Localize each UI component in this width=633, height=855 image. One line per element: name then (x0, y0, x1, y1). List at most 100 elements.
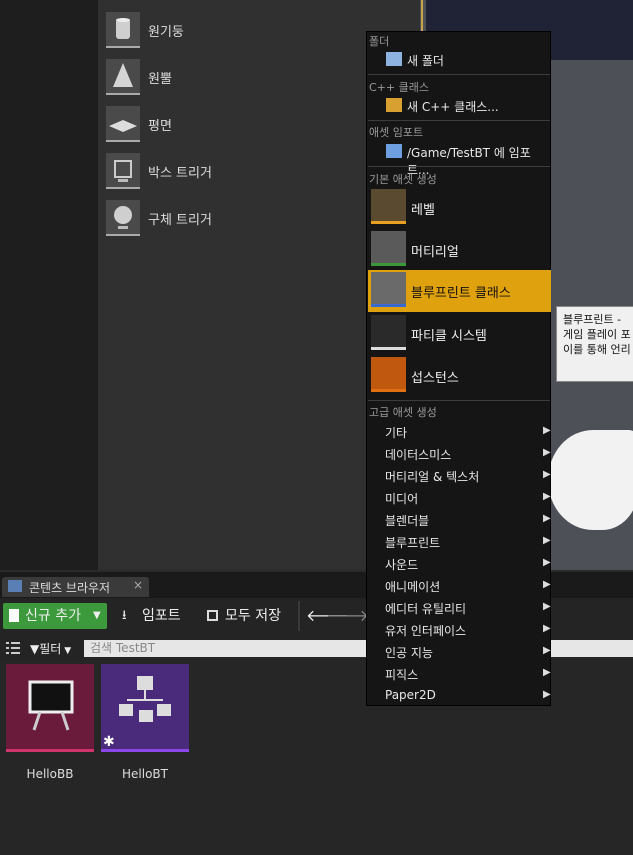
menu-section-header: 폴더 (369, 35, 390, 48)
chevron-right-icon: ▶ (543, 623, 551, 634)
menu-section-header: 기본 애셋 생성 (369, 173, 437, 186)
menu-item-label: 블루프린트 클래스 (411, 286, 511, 301)
submenu-artificial-intelligence[interactable]: 인공 지능 ▶ (368, 641, 551, 661)
new-file-icon (9, 609, 19, 622)
particle-icon (371, 315, 406, 350)
svg-text:✱: ✱ (103, 734, 115, 748)
submenu-materials-textures[interactable]: 머티리얼 & 텍스처 ▶ (368, 465, 551, 485)
menu-item-label: 새 C++ 클래스... (407, 100, 499, 114)
filter-label: 필터 (39, 642, 62, 656)
plane-icon (106, 106, 140, 142)
tooltip-line: 게임 플레이 포 (563, 328, 631, 341)
asset-label: HelloBB (26, 767, 74, 781)
submenu-sounds[interactable]: 사운드 ▶ (368, 553, 551, 573)
place-item-label: 원기둥 (148, 25, 184, 40)
menu-item-substance[interactable]: 섭스턴스 (368, 355, 551, 395)
add-new-label: 신규 추가 (25, 608, 81, 624)
menu-item-label: 새 폴더 (407, 54, 444, 68)
submenu-label: 사운드 (385, 558, 419, 572)
menu-divider (368, 74, 550, 75)
add-new-button[interactable]: 신규 추가 ▼ (3, 603, 107, 629)
menu-section-header: 고급 애셋 생성 (369, 406, 437, 419)
submenu-animation[interactable]: 애니메이션 ▶ (368, 575, 551, 595)
menu-section-header: 애셋 임포트 (369, 126, 424, 139)
asset-hellobb[interactable] (6, 664, 94, 752)
menu-item-blueprint-class[interactable]: 블루프린트 클래스 (368, 270, 551, 312)
submenu-media[interactable]: 미디어 ▶ (368, 487, 551, 507)
submenu-datasmith[interactable]: 데이터스미스 ▶ (368, 443, 551, 463)
menu-item-import[interactable]: /Game/TestBT 에 임포트... (368, 141, 550, 177)
chevron-right-icon: ▶ (543, 447, 551, 458)
menu-item-new-folder[interactable]: 새 폴더 (368, 49, 550, 69)
import-icon (386, 144, 402, 158)
tooltip-line: 이를 통해 언리 (563, 343, 631, 356)
chevron-right-icon: ▶ (543, 689, 551, 700)
toolbar-divider (298, 601, 300, 631)
save-all-button[interactable]: 모두 저장 (205, 603, 293, 629)
filter-button[interactable]: ▼필터 ▼ (30, 640, 71, 658)
new-folder-icon (386, 52, 402, 66)
submenu-misc[interactable]: 기타 ▶ (368, 421, 551, 441)
chevron-right-icon: ▶ (543, 645, 551, 656)
tab-label: 콘텐츠 브라우저 (29, 581, 111, 595)
chevron-right-icon: ▶ (543, 491, 551, 502)
chevron-right-icon: ▶ (543, 513, 551, 524)
box-trigger-icon (106, 153, 140, 189)
import-button[interactable]: ⭳ 임포트 (120, 603, 190, 629)
place-item-label: 평면 (148, 119, 172, 134)
cone-icon (106, 59, 140, 95)
menu-divider (368, 166, 550, 167)
close-icon[interactable]: × (133, 578, 143, 592)
asset-hellobt[interactable]: ✱ (101, 664, 189, 752)
submenu-label: 애니메이션 (385, 580, 441, 594)
material-icon (371, 231, 406, 266)
place-item-label: 원뿔 (148, 72, 172, 87)
place-item-label: 박스 트리거 (148, 166, 212, 181)
save-all-label: 모두 저장 (225, 608, 281, 624)
menu-item-material[interactable]: 머티리얼 (368, 229, 551, 269)
chevron-right-icon: ▶ (543, 601, 551, 612)
menu-divider (368, 400, 550, 401)
submenu-blueprints[interactable]: 블루프린트 ▶ (368, 531, 551, 551)
viewport-mesh (548, 430, 633, 530)
chevron-right-icon: ▶ (543, 469, 551, 480)
behavior-tree-icon: ✱ (103, 676, 171, 750)
place-item-label: 구체 트리거 (148, 213, 212, 228)
back-arrow-icon[interactable]: 🡐 (306, 603, 349, 629)
submenu-paper2d[interactable]: Paper2D ▶ (368, 685, 551, 705)
submenu-label: 블루프린트 (385, 536, 441, 550)
menu-item-new-cpp-class[interactable]: 새 C++ 클래스... (368, 95, 550, 115)
chevron-right-icon: ▶ (543, 535, 551, 546)
submenu-label: 인공 지능 (385, 646, 433, 660)
tab-content-browser[interactable]: 콘텐츠 브라우저 × (2, 577, 149, 597)
menu-item-label: 섭스턴스 (411, 371, 459, 386)
menu-section-header: C++ 클래스 (369, 81, 429, 94)
submenu-label: 데이터스미스 (385, 448, 452, 462)
cylinder-icon (106, 12, 140, 48)
sources-toggle-icon[interactable] (6, 642, 20, 654)
save-icon (207, 610, 218, 621)
menu-item-label: 파티클 시스템 (411, 329, 487, 344)
import-label: 임포트 (142, 608, 181, 624)
modes-panel-left (0, 0, 98, 570)
forward-arrow-icon[interactable]: 🡒 (326, 603, 369, 629)
submenu-user-interface[interactable]: 유저 인터페이스 ▶ (368, 619, 551, 639)
menu-divider (368, 120, 550, 121)
submenu-label: 피직스 (385, 668, 419, 682)
chevron-down-icon: ▼ (61, 646, 72, 656)
blueprint-tooltip: 블루프린트 - 게임 플레이 포 이를 통해 언리 (556, 306, 633, 382)
submenu-label: 머티리얼 & 텍스처 (385, 470, 480, 484)
download-icon: ⭳ (122, 608, 127, 623)
blueprint-icon (371, 272, 406, 307)
menu-item-label: 머티리얼 (411, 245, 459, 260)
level-icon (371, 189, 406, 224)
submenu-physics[interactable]: 피직스 ▶ (368, 663, 551, 683)
substance-icon (371, 357, 406, 392)
chevron-down-icon: ▼ (93, 610, 101, 621)
cpp-class-icon (386, 98, 402, 112)
menu-item-level[interactable]: 레벨 (368, 187, 551, 227)
content-browser-icon (8, 580, 22, 592)
menu-item-particle-system[interactable]: 파티클 시스템 (368, 313, 551, 353)
submenu-blendables[interactable]: 블렌더블 ▶ (368, 509, 551, 529)
submenu-editor-utilities[interactable]: 에디터 유틸리티 ▶ (368, 597, 551, 617)
